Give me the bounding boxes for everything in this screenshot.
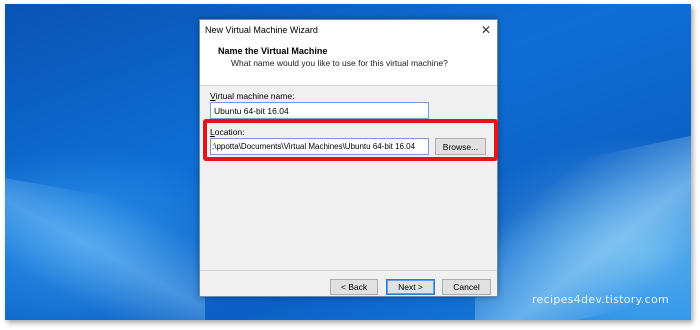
vm-name-label-text: irtual machine name: — [215, 91, 295, 101]
close-icon[interactable]: ✕ — [478, 22, 494, 38]
wallpaper-light-ray-left — [5, 174, 205, 320]
footer-divider — [200, 270, 497, 271]
title-bar: New Virtual Machine Wizard ✕ — [200, 20, 497, 42]
next-button[interactable]: Next > — [386, 279, 435, 295]
window-title: New Virtual Machine Wizard — [205, 25, 318, 35]
cancel-button[interactable]: Cancel — [442, 279, 491, 295]
wallpaper-light-ray — [475, 126, 691, 320]
page-subtitle: What name would you like to use for this… — [231, 58, 448, 68]
vm-name-input[interactable]: Ubuntu 64-bit 16.04 — [210, 102, 429, 119]
page-title: Name the Virtual Machine — [218, 46, 328, 56]
location-highlight-box — [203, 119, 498, 161]
wizard-header: Name the Virtual Machine What name would… — [200, 42, 497, 86]
watermark-text: recipes4dev.tistory.com — [531, 293, 669, 306]
vm-name-label: Virtual machine name: — [210, 91, 294, 101]
back-button[interactable]: < Back — [330, 279, 378, 295]
